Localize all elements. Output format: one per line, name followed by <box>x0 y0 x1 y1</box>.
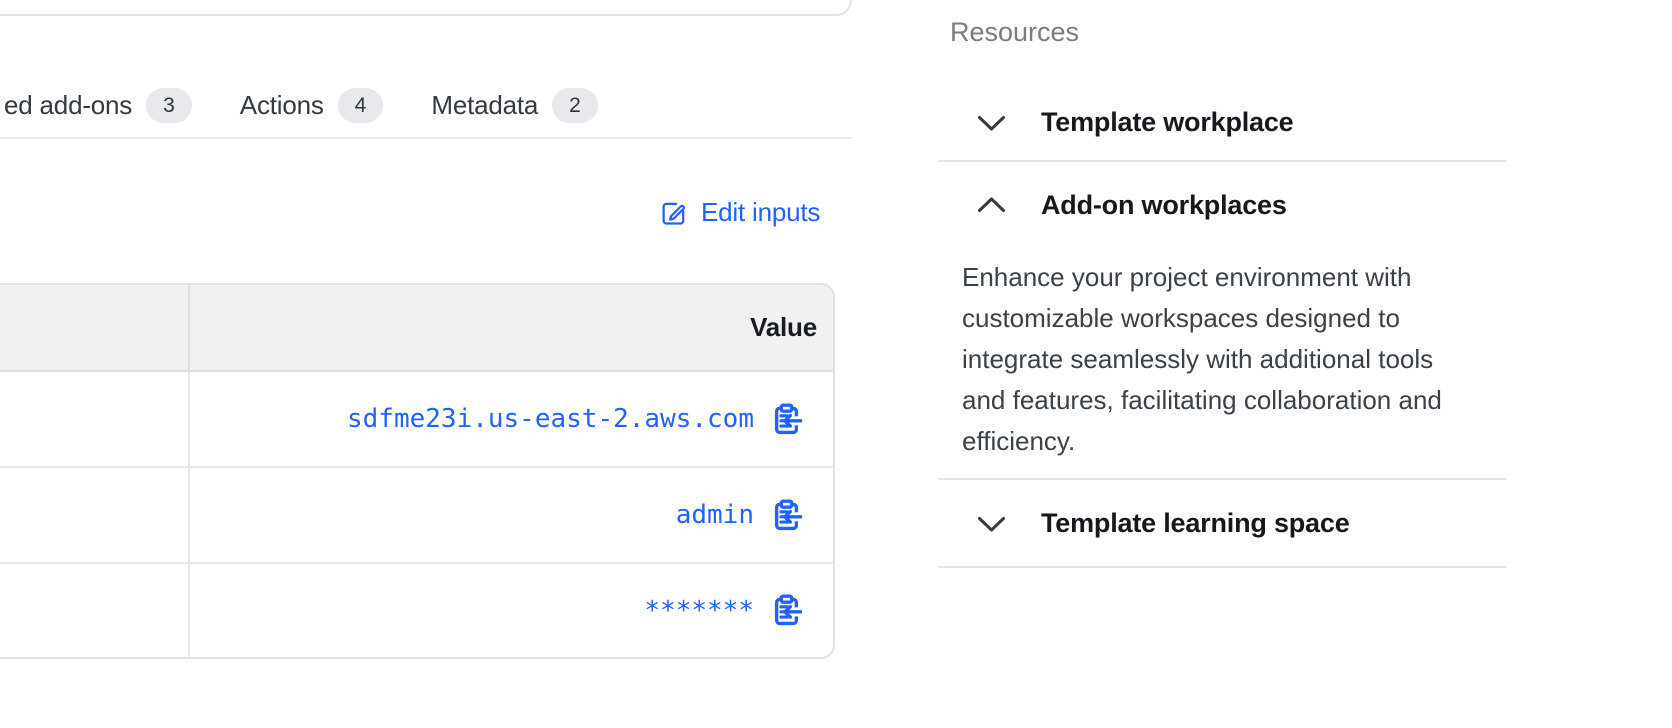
key-cell <box>0 468 190 562</box>
value-column-header: Value <box>190 285 833 370</box>
value-cell: ******* <box>190 564 833 657</box>
tab-label: Actions <box>240 90 324 121</box>
accordion-label: Template workplace <box>1041 107 1294 138</box>
key-cell <box>0 372 190 466</box>
tab-actions[interactable]: Actions 4 <box>240 88 384 123</box>
chevron-down-icon <box>975 106 1008 139</box>
accordion-template-learning-space[interactable]: Template learning space <box>938 480 1506 568</box>
key-column-header <box>0 285 190 370</box>
tabs-divider <box>0 137 852 139</box>
edit-inputs-label: Edit inputs <box>701 197 820 228</box>
clipboard-copy-icon <box>771 499 802 532</box>
table-row: admin <box>0 468 833 564</box>
page: ed add-ons 3 Actions 4 Metadata 2 Edit i… <box>0 0 1672 728</box>
copy-value-button[interactable] <box>771 499 802 532</box>
clipboard-copy-icon <box>771 594 802 627</box>
edit-inputs-button[interactable]: Edit inputs <box>660 197 820 228</box>
accordion-label: Template learning space <box>1041 508 1350 539</box>
accordion-template-workplace[interactable]: Template workplace <box>938 84 1506 162</box>
tab-label: Metadata <box>431 90 538 121</box>
tab-installed-add-ons[interactable]: ed add-ons 3 <box>4 88 192 123</box>
resources-accordion: Template workplace Add-on workplaces Enh… <box>938 84 1506 568</box>
value-text: sdfme23i.us-east-2.aws.com <box>347 404 754 434</box>
key-cell <box>0 564 190 657</box>
value-cell: admin <box>190 468 833 562</box>
value-cell: sdfme23i.us-east-2.aws.com <box>190 372 833 466</box>
tab-metadata[interactable]: Metadata 2 <box>431 88 598 123</box>
tab-label: ed add-ons <box>4 90 132 121</box>
previous-card-remnant <box>0 0 852 16</box>
table-row: ******* <box>0 564 833 657</box>
accordion-section-expanded: Add-on workplaces Enhance your project e… <box>938 162 1506 480</box>
clipboard-copy-icon <box>771 403 802 436</box>
table-header-row: Value <box>0 285 833 372</box>
edit-pencil-icon <box>660 199 688 227</box>
section-description: Enhance your project environment with cu… <box>962 257 1474 462</box>
tab-count-badge: 2 <box>552 88 598 123</box>
chevron-down-icon <box>975 507 1008 540</box>
accordion-add-on-workplaces[interactable]: Add-on workplaces <box>938 162 1506 248</box>
inputs-table: Value sdfme23i.us-east-2.aws.com <box>0 283 835 659</box>
resources-title: Resources <box>950 17 1079 48</box>
tab-bar: ed add-ons 3 Actions 4 Metadata 2 <box>4 83 598 127</box>
value-text: admin <box>676 500 754 530</box>
value-text-masked: ******* <box>644 596 754 626</box>
copy-value-button[interactable] <box>771 594 802 627</box>
tab-count-badge: 3 <box>146 88 192 123</box>
tab-count-badge: 4 <box>338 88 384 123</box>
accordion-label: Add-on workplaces <box>1041 190 1287 221</box>
table-row: sdfme23i.us-east-2.aws.com <box>0 372 833 468</box>
copy-value-button[interactable] <box>771 403 802 436</box>
chevron-up-icon <box>975 189 1008 222</box>
